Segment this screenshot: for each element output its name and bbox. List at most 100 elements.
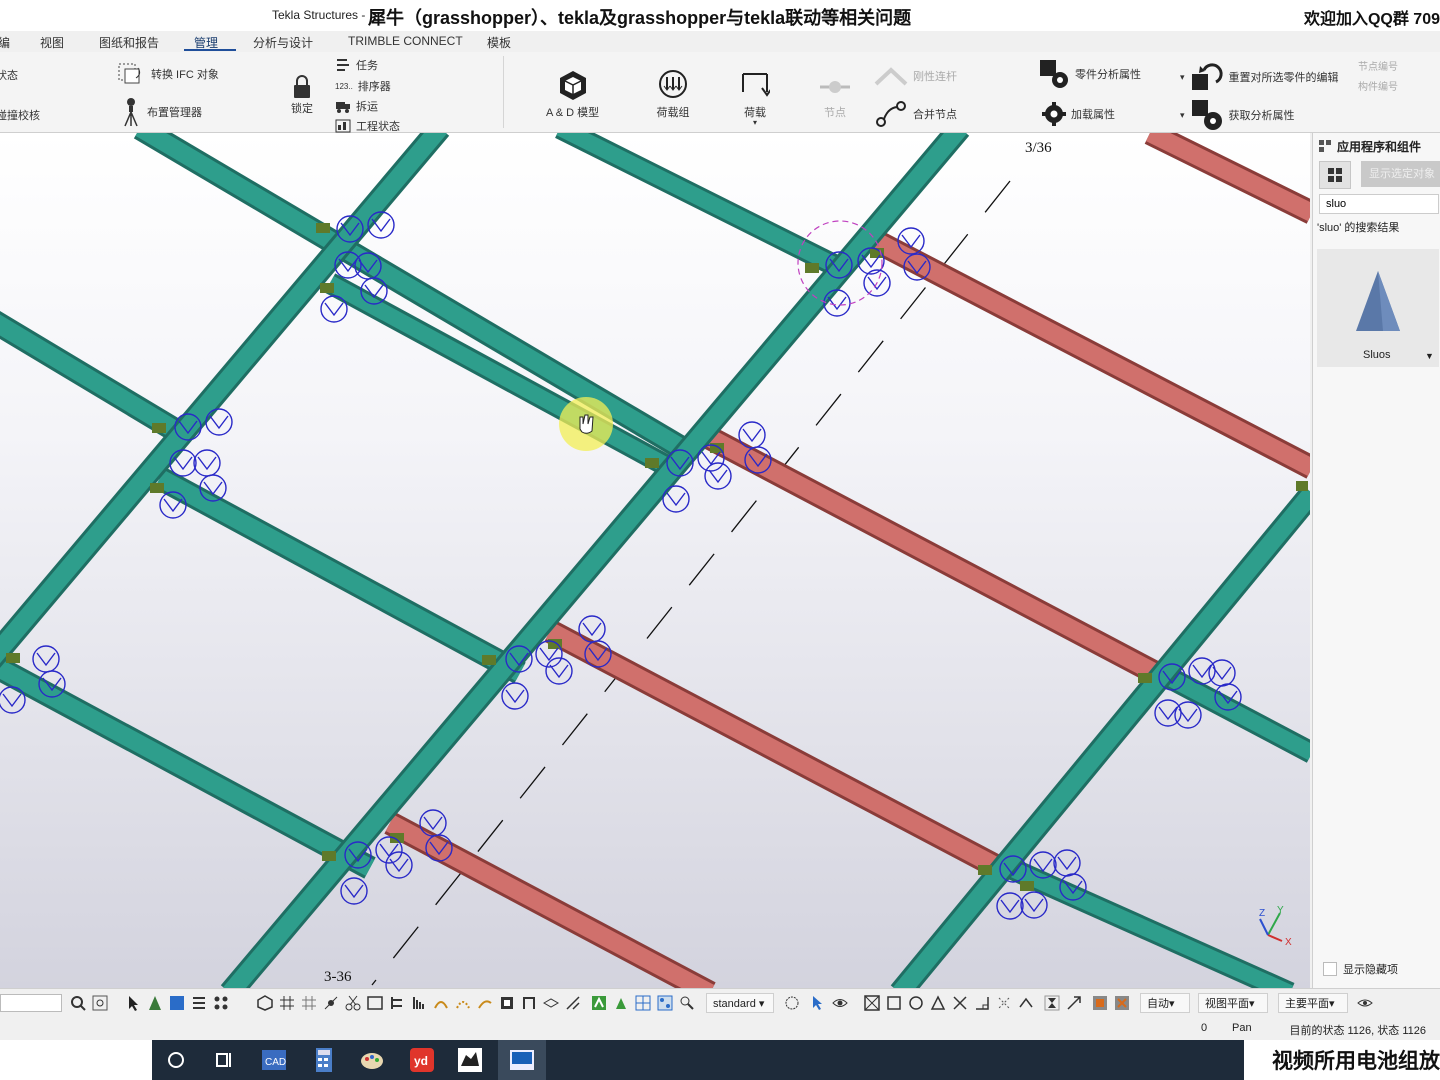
selection-filter-dropdown[interactable]: standard ▾ — [706, 993, 774, 1013]
search-circle-icon[interactable] — [162, 1046, 190, 1074]
snap-point-icon[interactable] — [323, 995, 339, 1011]
component-search-input[interactable] — [1319, 194, 1439, 214]
cut-icon[interactable] — [345, 995, 361, 1011]
snap-curve2-icon[interactable] — [455, 995, 471, 1011]
tab-view[interactable]: 视图 — [40, 34, 64, 51]
load-groups-button[interactable]: 荷载组 — [656, 68, 690, 120]
snap-free-icon[interactable] — [996, 995, 1012, 1011]
select-component-icon[interactable] — [257, 995, 273, 1011]
show-hidden-toggle[interactable]: 显示隐藏项 — [1323, 961, 1398, 977]
loads-button[interactable]: 荷载 ▾ — [740, 68, 770, 127]
snap-orange-box-icon[interactable] — [1092, 995, 1108, 1011]
transport-button[interactable]: 拆运 — [335, 98, 378, 114]
select-grid-lines2-icon[interactable] — [301, 995, 317, 1011]
node-number-button[interactable]: 节点编号 — [1358, 58, 1398, 73]
tab-analysis-design[interactable]: 分析与设计 — [253, 34, 313, 51]
select-pointer-icon[interactable] — [810, 995, 826, 1011]
show-selected-button[interactable]: 显示选定对象 — [1361, 161, 1440, 187]
snap-square-icon[interactable] — [886, 995, 902, 1011]
filter-icon[interactable] — [784, 995, 800, 1011]
active-task-tekla[interactable] — [498, 1040, 546, 1080]
layout-manager-button[interactable]: 布置管理器 — [122, 96, 202, 128]
get-props-dropdown-icon[interactable]: ▾ — [1180, 110, 1185, 121]
clash-check-button[interactable]: 碰撞校核 — [0, 107, 40, 123]
main-plane-dropdown[interactable]: 主要平面▾ — [1278, 993, 1348, 1013]
tab-drawings-reports[interactable]: 图纸和报告 — [99, 34, 159, 51]
part-analysis-props-button[interactable]: 零件分析属性 — [1038, 58, 1141, 90]
paint-app-icon[interactable] — [358, 1046, 386, 1074]
select-grid-icon[interactable] — [213, 995, 229, 1011]
member-number-label: 构件编号 — [1358, 82, 1398, 93]
snap-box-x-icon[interactable] — [864, 995, 880, 1011]
snap-extension-icon[interactable] — [565, 995, 581, 1011]
snap-find-icon[interactable] — [679, 995, 695, 1011]
snap-green-icon[interactable] — [591, 995, 607, 1011]
merge-nodes-button[interactable]: 合并节点 — [874, 100, 957, 128]
load-props-button[interactable]: 加载属性 — [1042, 102, 1115, 126]
reset-dropdown-icon[interactable]: ▾ — [1180, 72, 1185, 83]
rhino-app-icon[interactable] — [456, 1046, 484, 1074]
tasks-button[interactable]: 任务 — [335, 57, 378, 73]
cad-app-icon[interactable]: CAD — [260, 1046, 288, 1074]
project-status-button[interactable]: 工程状态 — [335, 118, 400, 134]
snap-perp-icon[interactable] — [974, 995, 990, 1011]
select-all-icon[interactable] — [169, 995, 185, 1011]
snap-curve3-icon[interactable] — [477, 995, 493, 1011]
search-icon[interactable] — [70, 995, 86, 1011]
loads-dropdown-icon[interactable]: ▾ — [753, 119, 757, 127]
snap-grid-blue-icon[interactable] — [635, 995, 651, 1011]
select-parts-icon[interactable] — [147, 995, 163, 1011]
show-hidden-checkbox[interactable] — [1323, 962, 1337, 976]
snap-arc-icon[interactable] — [1018, 995, 1034, 1011]
window-icon[interactable] — [367, 995, 383, 1011]
snap-triangle-icon[interactable] — [930, 995, 946, 1011]
sequencer-label: 排序器 — [357, 81, 391, 93]
visibility-eye-icon[interactable] — [1357, 995, 1373, 1011]
convert-ifc-button[interactable]: 转换 IFC 对象 — [116, 60, 219, 88]
reset-editing-button[interactable]: ▾ 重置对所选零件的编辑 — [1180, 60, 1339, 94]
snap-lines-icon[interactable] — [389, 995, 405, 1011]
tab-templates[interactable]: 模板 — [487, 34, 511, 51]
node-icon — [820, 81, 850, 93]
select-grid-lines-icon[interactable] — [279, 995, 295, 1011]
lock-button[interactable]: 锁定 — [290, 74, 314, 116]
axis-y-label: Y — [1277, 905, 1284, 916]
find-in-view-icon[interactable] — [92, 995, 108, 1011]
member-number-button[interactable]: 构件编号 — [1358, 78, 1398, 93]
snap-green2-icon[interactable] — [613, 995, 629, 1011]
select-arrow-icon[interactable] — [125, 995, 141, 1011]
snap-curve-icon[interactable] — [433, 995, 449, 1011]
nodes-button[interactable]: 节点 — [818, 74, 852, 120]
snap-frame-icon[interactable] — [521, 995, 537, 1011]
snap-bars-icon[interactable] — [411, 995, 427, 1011]
model-canvas[interactable]: 3/36 3-36 Z Y X — [0, 133, 1310, 988]
snap-grid-blue2-icon[interactable] — [657, 995, 673, 1011]
snap-cross-icon[interactable] — [952, 995, 968, 1011]
ad-model-button[interactable]: A & D 模型 — [546, 68, 599, 120]
tab-trimble-connect[interactable]: TRIMBLE CONNECT — [348, 34, 463, 48]
calculator-icon[interactable] — [310, 1046, 338, 1074]
tab-edit[interactable]: 编 — [0, 34, 10, 51]
sequencer-button[interactable]: 123.. 排序器 — [335, 78, 391, 94]
task-view-icon[interactable] — [210, 1046, 238, 1074]
snap-box-icon[interactable] — [499, 995, 515, 1011]
snap-hourglass-icon[interactable] — [1044, 995, 1060, 1011]
get-analysis-props-button[interactable]: ▾ 获取分析属性 — [1180, 98, 1295, 132]
card-dropdown-icon[interactable]: ▼ — [1425, 351, 1434, 361]
select-objects-icon[interactable] — [191, 995, 207, 1011]
component-card-sluos[interactable]: Sluos ▼ — [1317, 249, 1439, 367]
taskbar-icons-area: CAD yd — [152, 1040, 1244, 1080]
snap-diagonal-icon[interactable] — [1066, 995, 1082, 1011]
snap-orange-x-icon[interactable] — [1114, 995, 1130, 1011]
work-plane-dropdown[interactable]: 视图平面▾ — [1198, 993, 1268, 1013]
snap-depth-dropdown[interactable]: 自动▾ — [1140, 993, 1190, 1013]
snap-plane-icon[interactable] — [543, 995, 559, 1011]
model-viewport[interactable]: 3/36 3-36 Z Y X — [0, 133, 1310, 988]
status-button[interactable]: 状态 — [0, 67, 18, 83]
grid-view-button[interactable] — [1319, 161, 1351, 189]
snap-circle-icon[interactable] — [908, 995, 924, 1011]
command-input[interactable] — [0, 994, 62, 1012]
eye-icon[interactable] — [832, 995, 848, 1011]
rigid-link-button[interactable]: 刚性连杆 — [874, 64, 957, 88]
youdao-icon[interactable]: yd — [408, 1046, 436, 1074]
